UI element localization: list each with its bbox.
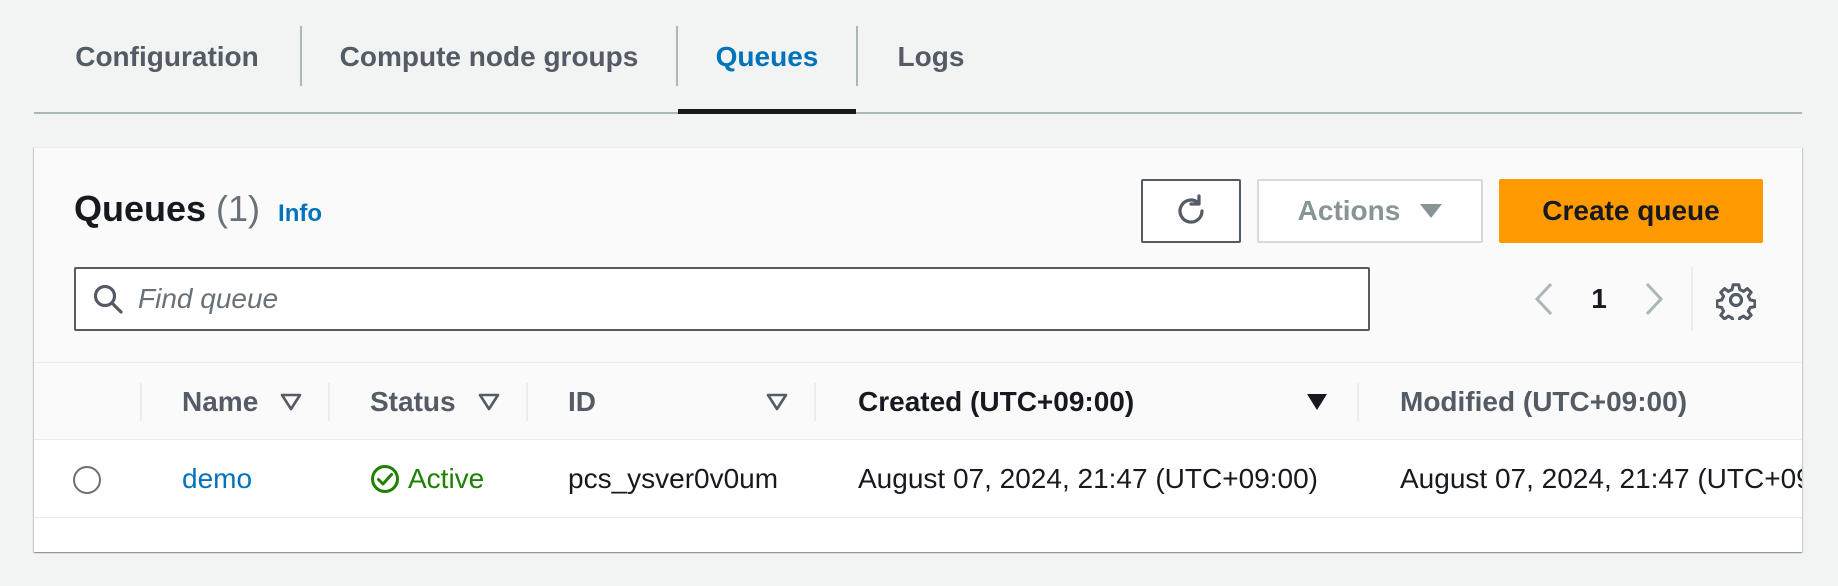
refresh-button[interactable] [1141,179,1241,243]
column-header-status[interactable]: Status [370,363,456,441]
tab-logs[interactable]: Logs [858,0,1004,112]
table-footer-space [34,519,1802,552]
column-header-modified[interactable]: Modified (UTC+09:00) [1400,363,1687,441]
check-circle-icon [371,465,399,493]
gear-icon[interactable] [1715,280,1757,325]
queues-panel: Queues (1) Info Actions Create queue 1 [34,147,1802,552]
refresh-icon [1178,194,1204,224]
queue-id: pcs_ysver0v0um [568,463,779,494]
row-select-radio[interactable] [73,466,101,494]
sort-icon[interactable] [766,392,788,412]
tab-compute-node-groups[interactable]: Compute node groups [302,0,676,112]
actions-label: Actions [1297,195,1401,226]
created-date: August 07, 2024, 21:47 (UTC+09:00) [858,463,1318,494]
sort-descending-icon[interactable] [1306,392,1328,412]
column-divider [526,383,528,421]
column-divider [814,383,816,421]
queue-name-link[interactable]: demo [182,440,252,518]
chevron-left-icon[interactable] [1524,279,1564,319]
table-header: Name Status ID Created (UTC+09:00) Modif… [34,362,1802,440]
column-header-created[interactable]: Created (UTC+09:00) [858,363,1134,441]
table-row[interactable]: demo Active pcs_ysver0v0um August 07, 20… [34,440,1802,518]
pager-divider [1691,267,1693,331]
search-icon [92,282,126,316]
sort-icon[interactable] [280,392,302,412]
tab-configuration[interactable]: Configuration [34,0,300,112]
info-link[interactable]: Info [278,200,322,228]
queue-count: (1) [216,188,261,229]
modified-date: August 07, 2024, 21:47 (UTC+09:00) [1400,463,1802,494]
search-input[interactable] [138,283,1338,315]
chevron-right-icon[interactable] [1634,279,1674,319]
column-divider [140,383,142,421]
search-box [74,267,1370,331]
page-number[interactable]: 1 [1564,283,1634,315]
tab-queues[interactable]: Queues [678,0,856,114]
panel-header: Queues (1) Info [74,188,322,230]
sort-icon[interactable] [478,392,500,412]
status-text: Active [408,463,485,494]
tab-bar: Configuration Compute node groups Queues… [34,0,1802,114]
pagination: 1 [1524,265,1674,333]
column-divider [1357,383,1359,421]
column-divider [328,383,330,421]
column-header-id[interactable]: ID [568,363,596,441]
panel-title: Queues [74,188,207,229]
caret-down-icon [1420,204,1443,218]
status-badge: Active [370,440,484,518]
actions-dropdown[interactable]: Actions [1257,179,1483,243]
column-header-name[interactable]: Name [182,363,258,441]
create-queue-button[interactable]: Create queue [1499,179,1763,243]
create-queue-label: Create queue [1542,195,1720,226]
